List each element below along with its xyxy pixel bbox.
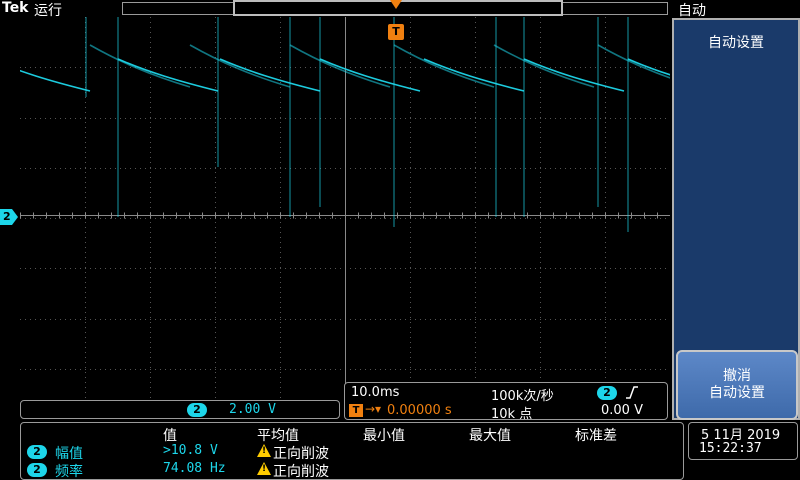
waveform-segment xyxy=(493,44,595,88)
header-average: 平均值 xyxy=(257,428,299,444)
waveform-segment xyxy=(597,44,670,79)
measurement-row-frequency[interactable]: 2 频率 74.08 Hz 正向削波 xyxy=(21,461,681,480)
trigger-level: 0.00 V xyxy=(601,403,643,418)
channel-2-scale: 2.00 V xyxy=(229,402,276,417)
warning-icon xyxy=(257,444,271,457)
measurement-average: 正向削波 xyxy=(273,446,329,462)
header-stddev: 标准差 xyxy=(575,428,617,444)
warning-icon xyxy=(257,462,271,475)
status-bar: Tek 运行 自动 xyxy=(0,0,800,19)
trigger-source-badge: 2 xyxy=(597,386,617,400)
waveform-graticule[interactable] xyxy=(20,17,670,419)
trigger-mode-label: 自动 xyxy=(678,3,706,19)
measurement-value: 74.08 Hz xyxy=(163,461,226,476)
undo-autoset-button[interactable]: 撤消 自动设置 xyxy=(676,350,798,420)
trigger-position-marker[interactable]: T xyxy=(388,24,404,40)
time: 15:22:37 xyxy=(699,441,762,456)
waveform-segment xyxy=(393,44,495,88)
measurement-label: 幅值 xyxy=(55,446,83,462)
channel-2-readout[interactable]: 2 2.00 V xyxy=(20,400,340,419)
rising-edge-icon xyxy=(626,386,638,399)
channel-2-badge: 2 xyxy=(187,403,207,417)
waveform-segment xyxy=(423,58,525,92)
waveform-segment xyxy=(20,69,91,92)
channel-badge: 2 xyxy=(27,463,47,477)
waveform-segment xyxy=(117,58,219,92)
measurement-table[interactable]: 值 平均值 最小值 最大值 标准差 2 幅值 >10.8 V 正向削波 2 频率… xyxy=(20,422,684,480)
trigger-delay: 0.00000 s xyxy=(387,403,452,418)
waveform-segment xyxy=(289,44,391,88)
waveform-segment xyxy=(523,58,625,92)
channel-2-marker-label: 2 xyxy=(3,210,11,223)
date-time-display: 5 11月 2019 15:22:37 xyxy=(688,422,798,460)
measurement-row-amplitude[interactable]: 2 幅值 >10.8 V 正向削波 xyxy=(21,443,681,462)
header-value: 值 xyxy=(163,428,177,444)
trigger-delay-icon: T xyxy=(349,404,363,417)
timebase-readout[interactable]: 10.0ms 100k次/秒 2 T →▾ 0.00000 s 10k 点 0.… xyxy=(344,382,668,422)
waveform-segment xyxy=(319,58,421,92)
side-menu-title: 自动设置 xyxy=(708,35,764,51)
undo-autoset-line2: 自动设置 xyxy=(709,385,765,401)
channel-badge: 2 xyxy=(27,445,47,459)
measurement-value: >10.8 V xyxy=(163,443,218,458)
waveform-segment xyxy=(89,44,191,88)
record-length: 10k 点 xyxy=(491,407,533,422)
delay-arrow-icon: →▾ xyxy=(365,402,382,416)
waveform-segment xyxy=(189,44,291,88)
horizontal-scale: 10.0ms xyxy=(351,385,400,400)
header-max: 最大值 xyxy=(469,428,511,444)
waveform-segment xyxy=(219,58,321,92)
undo-autoset-line1: 撤消 xyxy=(723,368,751,384)
sample-rate: 100k次/秒 xyxy=(491,389,554,404)
measurement-average: 正向削波 xyxy=(273,464,329,480)
brand-logo: Tek xyxy=(2,0,29,16)
trigger-position-arrow-icon xyxy=(390,0,402,9)
header-min: 最小值 xyxy=(363,428,405,444)
measurement-label: 频率 xyxy=(55,464,83,480)
